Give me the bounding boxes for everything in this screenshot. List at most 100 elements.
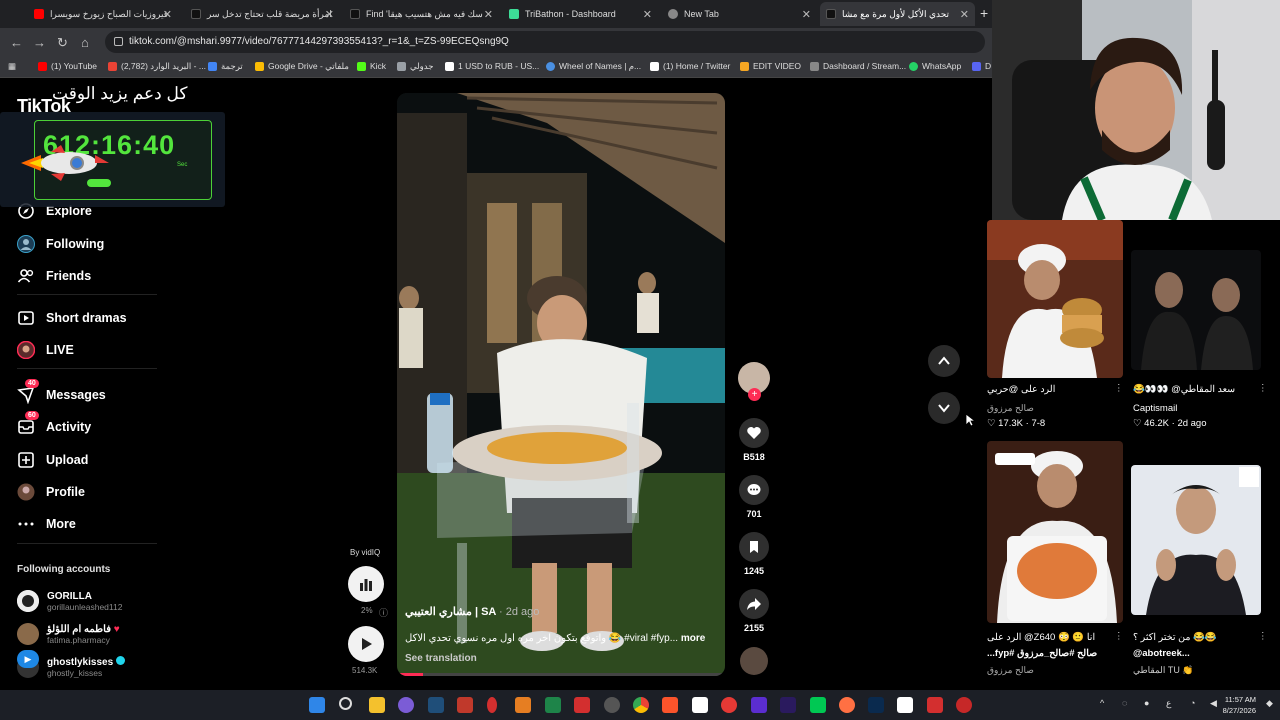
bookmark-drive[interactable]: Google Drive - ملفاتي bbox=[255, 61, 349, 72]
tab-tribathon[interactable]: TriBathon - Dashboard ✕ bbox=[503, 2, 658, 26]
tab-youtube[interactable]: فيروزيات الصباح زيورخ سويسرا ✕ bbox=[28, 2, 178, 26]
recommendation-title[interactable]: 😂😂 من تختر اكثر ؟ bbox=[1133, 632, 1248, 643]
tab-active[interactable]: تحدي الأكل لأول مرة مع مشا ✕ bbox=[820, 2, 975, 26]
recommendation-author[interactable]: صالح مرزوق bbox=[987, 665, 1034, 676]
tab-tiktok-2[interactable]: Find 'سك فيه مش هتسيب هيقا ✕ bbox=[344, 2, 499, 26]
search-icon[interactable] bbox=[339, 697, 352, 710]
video-author-line[interactable]: مشاري العتيبي | SA · 2d ago bbox=[405, 605, 539, 618]
tab-tiktok-1[interactable]: امرأة مريضة قلب تحتاج تدخل سر ✕ bbox=[185, 2, 340, 26]
close-icon[interactable]: ✕ bbox=[484, 8, 493, 21]
nav-messages[interactable]: 40 Messages bbox=[17, 379, 106, 405]
bookmark-youtube[interactable]: (1) YouTube bbox=[38, 61, 97, 71]
save-button[interactable]: 1245 bbox=[737, 532, 771, 576]
bookmark-gmail[interactable]: (2,782) البريد الوارد - ... bbox=[108, 61, 206, 72]
new-tab-plus-icon[interactable]: + bbox=[980, 5, 988, 21]
nav-short-dramas[interactable]: Short dramas bbox=[17, 309, 127, 327]
recommendation-thumbnail[interactable] bbox=[1131, 250, 1261, 370]
bookmark-d[interactable]: D bbox=[972, 61, 991, 71]
recommendation-subtitle[interactable]: صالح #صالح_مرزوق #fyp... bbox=[987, 648, 1127, 659]
bookmark-whatsapp[interactable]: WhatsApp bbox=[909, 61, 961, 71]
back-icon[interactable]: ← bbox=[10, 35, 23, 50]
nav-more[interactable]: More bbox=[17, 515, 76, 533]
network-icon[interactable]: ◌ bbox=[1122, 698, 1127, 708]
close-icon[interactable]: ✕ bbox=[163, 8, 172, 21]
obs-icon[interactable] bbox=[604, 697, 620, 713]
nav-upload[interactable]: Upload bbox=[17, 451, 88, 469]
bookmark-dashboard[interactable]: Dashboard / Stream... bbox=[810, 61, 906, 71]
nav-live[interactable]: LIVE bbox=[16, 340, 74, 360]
photoshop-icon[interactable] bbox=[868, 697, 884, 713]
stats-button[interactable] bbox=[348, 566, 384, 602]
home-icon[interactable]: ⌂ bbox=[81, 35, 89, 50]
recommendation-thumbnail[interactable] bbox=[1131, 465, 1261, 615]
play-button[interactable] bbox=[348, 626, 384, 662]
app-icon[interactable] bbox=[721, 697, 737, 713]
reload-icon[interactable]: ↻ bbox=[57, 35, 68, 51]
app-icon[interactable] bbox=[457, 697, 473, 713]
recommendation-author[interactable]: صالح مرزوق bbox=[987, 403, 1034, 414]
more-link[interactable]: more bbox=[681, 633, 705, 644]
more-vertical-icon[interactable]: ⋮ bbox=[1258, 383, 1268, 394]
previous-video-button[interactable] bbox=[928, 345, 960, 377]
recommendation-author[interactable]: Captismail bbox=[1133, 403, 1177, 414]
like-button[interactable]: B518 bbox=[737, 418, 771, 462]
apps-grid-icon[interactable]: ▦ bbox=[8, 61, 16, 72]
following-account-item[interactable]: فاطمه ام اللؤلؤ ♥ fatima.pharmacy bbox=[17, 623, 120, 645]
close-icon[interactable]: ✕ bbox=[643, 8, 652, 21]
app-icon[interactable] bbox=[487, 697, 497, 713]
app-icon[interactable] bbox=[897, 697, 913, 713]
recommendation-title[interactable]: الرد على @حربي bbox=[987, 384, 1117, 395]
site-info-icon[interactable] bbox=[114, 37, 123, 46]
share-button[interactable]: 2155 bbox=[737, 589, 771, 633]
recommendation-author[interactable]: المقاطي TU 👏 bbox=[1133, 665, 1194, 676]
volume-icon[interactable]: ◀ bbox=[1210, 698, 1217, 709]
app-icon[interactable] bbox=[515, 697, 531, 713]
excel-icon[interactable] bbox=[545, 697, 561, 713]
close-icon[interactable]: ✕ bbox=[960, 8, 969, 21]
forward-icon[interactable]: → bbox=[33, 35, 46, 50]
bookmark-translate[interactable]: ترجمة bbox=[208, 61, 243, 72]
nav-profile[interactable]: Profile bbox=[17, 483, 85, 501]
app-icon[interactable] bbox=[839, 697, 855, 713]
chevron-up-icon[interactable]: ^ bbox=[1100, 698, 1104, 708]
info-icon[interactable]: ⓘ bbox=[379, 606, 388, 619]
app-icon[interactable] bbox=[810, 697, 826, 713]
see-translation-link[interactable]: See translation bbox=[405, 653, 477, 664]
app-icon[interactable] bbox=[574, 697, 590, 713]
nav-friends[interactable]: Friends bbox=[17, 267, 91, 285]
nav-following[interactable]: Following bbox=[17, 235, 104, 253]
bookmark-sheet[interactable]: جدولي bbox=[397, 61, 434, 72]
url-text[interactable]: tiktok.com/@mshari.9977/video/7677714429… bbox=[129, 36, 509, 47]
recommendation-thumbnail[interactable] bbox=[987, 220, 1123, 378]
next-video-button[interactable] bbox=[928, 392, 960, 424]
premiere-icon[interactable] bbox=[780, 697, 796, 713]
recommendation-subtitle[interactable]: @abotreek... bbox=[1133, 648, 1190, 659]
nav-activity[interactable]: 60 Activity bbox=[17, 411, 91, 436]
close-icon[interactable]: ✕ bbox=[802, 8, 811, 21]
bookmark-kick[interactable]: Kick bbox=[357, 61, 386, 71]
recommendation-title[interactable]: سعد المقاطي@ 👀👀😂 bbox=[1133, 384, 1243, 395]
following-account-item[interactable]: GORILLA gorillaunleashed112 bbox=[17, 590, 122, 612]
bookmark-twitter[interactable]: (1) Home / Twitter bbox=[650, 61, 730, 71]
microphone-icon[interactable]: ● bbox=[1144, 698, 1149, 708]
app-icon[interactable] bbox=[751, 697, 767, 713]
app-icon[interactable] bbox=[956, 697, 972, 713]
bookmark-usd-rub[interactable]: 1 USD to RUB - US... bbox=[445, 61, 539, 71]
video-progress-bar[interactable] bbox=[397, 673, 725, 676]
more-vertical-icon[interactable]: ⋮ bbox=[1114, 631, 1124, 642]
comment-button[interactable]: 701 bbox=[737, 475, 771, 519]
more-vertical-icon[interactable]: ⋮ bbox=[1114, 383, 1124, 394]
windows-start-icon[interactable] bbox=[309, 697, 325, 713]
steam-icon[interactable] bbox=[428, 697, 444, 713]
file-explorer-icon[interactable] bbox=[369, 697, 385, 713]
tab-new-tab[interactable]: New Tab ✕ bbox=[662, 2, 817, 26]
app-icon[interactable] bbox=[692, 697, 708, 713]
app-icon[interactable] bbox=[927, 697, 943, 713]
video-author[interactable]: مشاري العتيبي | SA bbox=[405, 606, 496, 618]
music-disc-button[interactable] bbox=[737, 647, 771, 675]
stream-widget-icon[interactable]: ▶ bbox=[17, 650, 39, 668]
video-player[interactable]: مشاري العتيبي | SA · 2d ago واتوقع بتكون… bbox=[397, 93, 725, 676]
more-vertical-icon[interactable]: ⋮ bbox=[1258, 631, 1268, 642]
close-icon[interactable]: ✕ bbox=[325, 8, 334, 21]
bookmark-wheel[interactable]: Wheel of Names | م... bbox=[546, 61, 641, 72]
